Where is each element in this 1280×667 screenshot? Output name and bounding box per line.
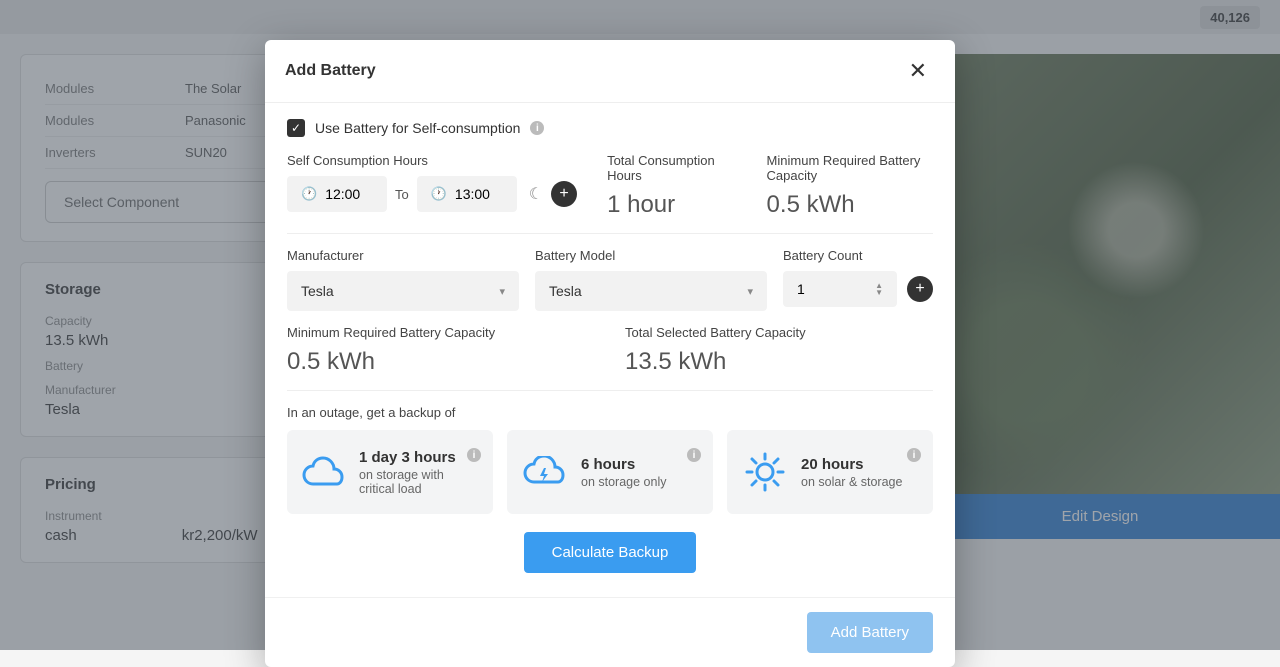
cloud-icon (301, 448, 347, 496)
sun-icon (741, 448, 789, 496)
info-icon[interactable]: i (530, 121, 544, 135)
backup-card-storage-critical: 1 day 3 hourson storage with critical lo… (287, 430, 493, 514)
info-icon[interactable]: i (687, 448, 701, 462)
clock-icon: 🕐 (301, 186, 317, 202)
total-selected-value: 13.5 kWh (625, 348, 933, 376)
total-hours-value: 1 hour (607, 191, 736, 219)
battery-model-select[interactable]: Tesla▾ (535, 271, 767, 311)
info-icon[interactable]: i (467, 448, 481, 462)
modal-title: Add Battery (285, 62, 376, 80)
close-icon[interactable]: ✕ (901, 54, 935, 88)
add-battery-button[interactable]: Add Battery (807, 612, 933, 653)
total-selected-label: Total Selected Battery Capacity (625, 325, 933, 340)
model-label: Battery Model (535, 248, 767, 263)
backup-card-storage-only: 6 hourson storage only i (507, 430, 713, 514)
self-hours-label: Self Consumption Hours (287, 153, 577, 168)
info-icon[interactable]: i (907, 448, 921, 462)
divider (287, 390, 933, 391)
min-required-label: Minimum Required Battery Capacity (767, 153, 933, 183)
outage-label: In an outage, get a backup of (287, 405, 933, 420)
chevron-down-icon: ▾ (747, 285, 753, 298)
cloud-lightning-icon (521, 448, 569, 496)
add-battery-modal: Add Battery ✕ ✓ Use Battery for Self-con… (265, 40, 955, 667)
time-to-input[interactable]: 🕐13:00 (417, 176, 517, 212)
count-label: Battery Count (783, 248, 933, 263)
add-time-range-button[interactable]: + (551, 181, 577, 207)
self-consumption-label: Use Battery for Self-consumption (315, 120, 520, 136)
stepper-icon[interactable]: ▲▼ (875, 282, 883, 296)
chevron-down-icon: ▾ (499, 285, 505, 298)
divider (287, 233, 933, 234)
total-hours-label: Total Consumption Hours (607, 153, 736, 183)
battery-count-input[interactable]: 1▲▼ (783, 271, 897, 307)
self-consumption-checkbox[interactable]: ✓ (287, 119, 305, 137)
min-req2-value: 0.5 kWh (287, 348, 595, 376)
min-required-value: 0.5 kWh (767, 191, 933, 219)
moon-icon: ☾ (529, 184, 543, 204)
calculate-backup-button[interactable]: Calculate Backup (524, 532, 697, 573)
manufacturer-label: Manufacturer (287, 248, 519, 263)
min-req2-label: Minimum Required Battery Capacity (287, 325, 595, 340)
time-from-input[interactable]: 🕐12:00 (287, 176, 387, 212)
manufacturer-select[interactable]: Tesla▾ (287, 271, 519, 311)
backup-card-solar-storage: 20 hourson solar & storage i (727, 430, 933, 514)
clock-icon: 🕐 (431, 186, 447, 202)
add-battery-row-button[interactable]: + (907, 276, 933, 302)
